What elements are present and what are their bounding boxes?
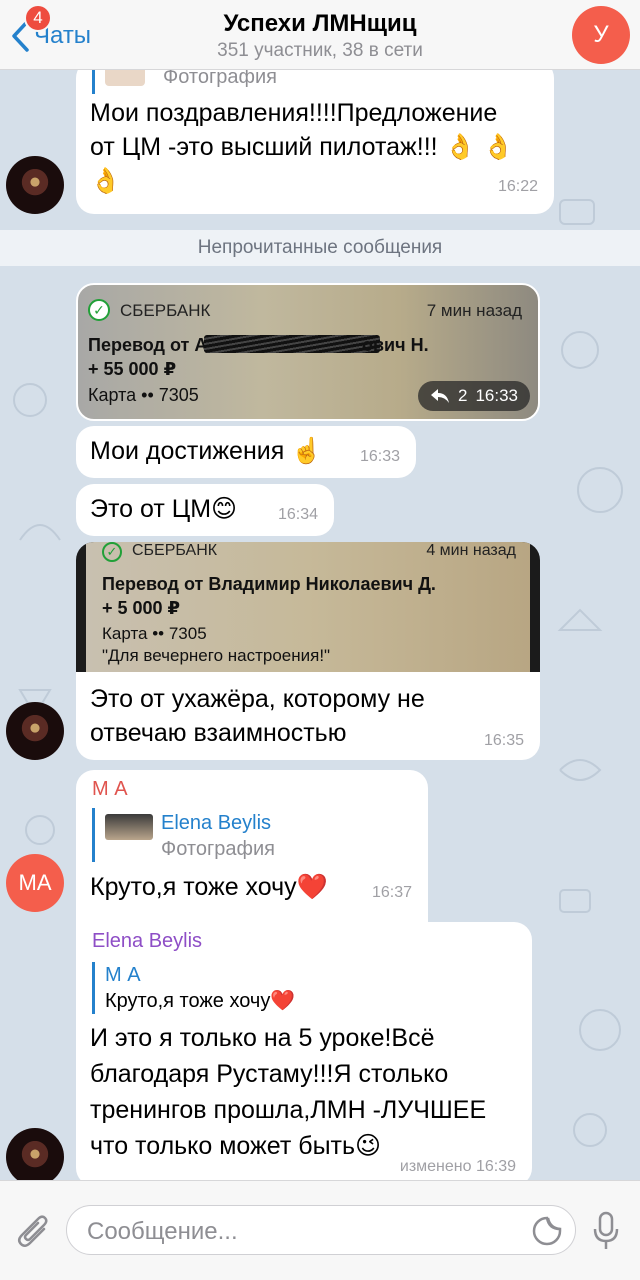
reply-preview[interactable]: Elena Beylis Фотография — [92, 808, 275, 862]
avatar[interactable] — [6, 1128, 64, 1180]
card-number: Карта •• 7305 — [88, 385, 199, 405]
microphone-icon[interactable] — [592, 1211, 620, 1251]
message-text: Круто,я тоже хочу❤️ — [90, 873, 328, 901]
message-text-line: И это я только на 5 уроке!Всё — [90, 1024, 435, 1052]
message-time: 16:33 — [475, 386, 518, 405]
sender-name[interactable]: Elena Beylis — [92, 930, 202, 953]
message-list[interactable]: Фотография Мои поздравления!!!!Предложен… — [0, 70, 640, 1180]
forward-indicator[interactable]: 2 16:33 — [417, 381, 530, 411]
sticker-icon[interactable] — [531, 1215, 563, 1247]
message-time: изменено 16:39 — [399, 1158, 516, 1175]
reply-author: М А — [105, 964, 141, 986]
reply-arrow-icon — [430, 389, 449, 403]
transfer-amount: + 55 000 ₽ — [88, 359, 177, 379]
avatar[interactable] — [6, 156, 64, 214]
bank-name: СБЕРБАНК — [120, 301, 211, 320]
transfer-ago: 4 мин назад — [426, 542, 516, 559]
chat-header: Чаты 4 Успехи ЛМНщиц 351 участник, 38 в … — [0, 0, 640, 70]
message-text: Мои поздравления!!!!Предложение от ЦМ -э… — [90, 96, 514, 198]
chat-subtitle: 351 участник, 38 в сети — [217, 40, 423, 61]
message-text-line: от ЦМ -это высший пилотаж!!! 👌 👌 — [90, 133, 514, 161]
message-time: 16:35 — [483, 732, 524, 749]
message-time: 16:22 — [497, 178, 538, 195]
message-time: 16:37 — [371, 884, 412, 901]
message-text-line: благодаря Рустаму!!!Я столько — [90, 1060, 449, 1088]
transfer-ago: 7 мин назад — [426, 301, 522, 320]
reply-subtitle: Круто,я тоже хочу❤️ — [105, 990, 296, 1012]
reply-preview[interactable]: М А Круто,я тоже хочу❤️ — [92, 962, 295, 1014]
message-text: И это я только на 5 уроке!Всё благодаря … — [90, 1020, 486, 1164]
chat-title[interactable]: Успехи ЛМНщиц — [0, 10, 640, 38]
message-text-line: 👌 — [90, 167, 122, 195]
message-bubble[interactable]: Elena Beylis М А Круто,я тоже хочу❤️ И э… — [76, 922, 532, 1180]
message-text-line: Мои поздравления!!!!Предложение — [90, 99, 498, 127]
reply-preview[interactable]: Фотография — [92, 70, 277, 94]
message-text-line: Это от ухажёра, которому не — [90, 685, 425, 713]
transfer-line: Перевод от А — [88, 335, 208, 355]
reply-thumbnail — [105, 814, 153, 840]
transfer-comment: "Для вечернего настроения!" — [102, 646, 331, 665]
transfer-amount: + 5 000 ₽ — [102, 598, 181, 618]
photo-message[interactable]: ✓ СБЕРБАНК 7 мин назад Перевод от А ович… — [76, 283, 540, 421]
message-text: Это от ЦМ😊 — [90, 495, 238, 523]
message-input[interactable]: Сообщение... — [66, 1205, 576, 1255]
message-caption: Это от ухажёра, которому не отвечаю взаи… — [76, 672, 540, 760]
transfer-line-end: ович Н. — [362, 335, 429, 355]
check-icon: ✓ — [102, 542, 122, 562]
transfer-line: Перевод от Владимир Николаевич Д. — [102, 574, 436, 594]
avatar[interactable] — [6, 702, 64, 760]
check-icon: ✓ — [88, 299, 110, 321]
paperclip-icon[interactable] — [16, 1213, 52, 1251]
unread-divider: Непрочитанные сообщения — [0, 230, 640, 266]
message-time: 16:34 — [277, 506, 318, 523]
photo[interactable]: ✓ СБЕРБАНК 4 мин назад Перевод от Владим… — [76, 542, 540, 672]
message-text: Это от ухажёра, которому не отвечаю взаи… — [90, 682, 425, 750]
forward-count: 2 — [457, 386, 468, 405]
message-bubble[interactable]: Это от ЦМ😊 16:34 — [76, 484, 334, 536]
bank-name: СБЕРБАНК — [132, 542, 218, 559]
message-placeholder: Сообщение... — [87, 1218, 238, 1245]
message-bubble[interactable]: Мои достижения ☝️ 16:33 — [76, 426, 416, 478]
sender-name[interactable]: М А — [92, 778, 128, 801]
avatar[interactable]: МА — [6, 854, 64, 912]
message-text: Мои достижения ☝️ — [90, 437, 323, 465]
card-number: Карта •• 7305 — [102, 624, 207, 643]
group-avatar[interactable]: У — [572, 6, 630, 64]
message-text-line: отвечаю взаимностью — [90, 719, 347, 747]
composer-bar: Сообщение... — [0, 1180, 640, 1280]
photo-message[interactable]: ✓ СБЕРБАНК 4 мин назад Перевод от Владим… — [76, 542, 540, 760]
message-bubble[interactable]: Фотография Мои поздравления!!!!Предложен… — [76, 70, 554, 214]
message-text-line: тренингов прошла,ЛМН -ЛУЧШЕЕ — [90, 1096, 487, 1124]
redaction-scribble — [204, 335, 380, 353]
message-time: 16:33 — [359, 448, 400, 465]
transfer-screenshot: ✓ СБЕРБАНК 4 мин назад Перевод от Владим… — [86, 542, 530, 672]
reply-thumbnail — [105, 70, 145, 86]
